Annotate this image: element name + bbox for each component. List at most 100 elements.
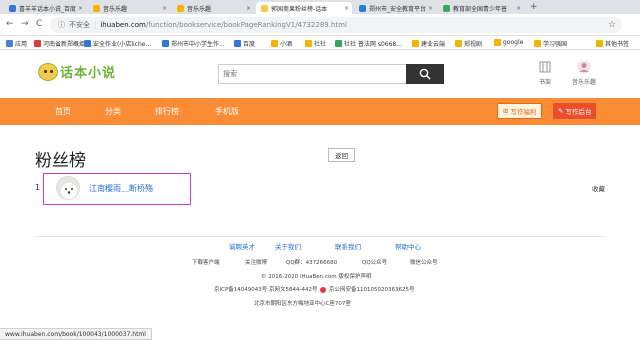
user-profile-link[interactable]: 音乐乐趣	[572, 60, 596, 86]
url-host: ihuaben.com	[100, 21, 146, 29]
bookmark-item[interactable]: google	[494, 39, 523, 46]
music-site-icon	[177, 4, 184, 12]
bookmark-item[interactable]: 应用	[6, 39, 27, 48]
nav-home[interactable]: 首页	[55, 106, 71, 117]
url-path: /function/bookservice/bookPageRankingV1/…	[145, 21, 347, 29]
nav-rankings[interactable]: 排行榜	[155, 106, 179, 117]
close-icon[interactable]: ×	[78, 5, 83, 12]
tab-label: 喜羊羊话本小说_百度	[19, 5, 77, 13]
bookmark-label: 郏视剧	[464, 41, 483, 48]
main-nav: 首页 分类 排行榜 手机版 ⊞ 写作福利 ✎ 写作后台	[0, 98, 640, 125]
footer-link[interactable]: 诚聘英才	[229, 241, 255, 251]
folder-icon	[412, 40, 419, 47]
tab-label: 音乐乐趣	[103, 5, 128, 13]
address-text: 北京市朝阳区东方梅地亚中心C座707室	[254, 301, 351, 307]
info-icon[interactable]: ⓘ	[58, 20, 65, 30]
bookshelf-icon	[539, 61, 551, 73]
pen-icon: ✎	[558, 107, 564, 115]
apps-icon	[6, 40, 13, 47]
bookmark-label: 安全作业(小店liche...	[93, 41, 152, 48]
bookmark-item[interactable]: 郏视剧	[455, 39, 482, 48]
footer-link[interactable]: 帮助中心	[395, 241, 421, 251]
browser-tab[interactable]: 音乐乐趣 ×	[172, 2, 254, 14]
browser-tab[interactable]: 音乐乐趣 ×	[88, 2, 170, 14]
footer-link[interactable]: 关于我们	[275, 241, 301, 251]
folder-icon	[596, 40, 603, 47]
bookmark-label: 郑州市中小学生作...	[171, 41, 225, 48]
back-arrow-icon[interactable]: ←	[6, 19, 14, 29]
browser-tab-bar: 喜羊羊话本小说_百度 × 音乐乐趣 × 音乐乐趣 × 郭国斋果粉丝榜-话本 × …	[0, 0, 640, 14]
bookmark-item[interactable]: 小酒	[271, 39, 292, 48]
close-icon[interactable]: ×	[516, 5, 521, 12]
fan-name-link[interactable]: 江南樱雨＿断桥殇	[89, 183, 153, 194]
nav-mobile[interactable]: 手机版	[215, 106, 239, 117]
bookmark-item[interactable]: 郑州市中小学生作...	[162, 39, 225, 48]
nav-category[interactable]: 分类	[105, 106, 121, 117]
weibo-link[interactable]: 关注微博	[245, 258, 267, 266]
search-input[interactable]	[219, 65, 405, 83]
folder-icon	[494, 39, 501, 46]
search-box	[218, 64, 444, 84]
bookmark-label: 其他书签	[605, 41, 630, 48]
bookmark-icon	[335, 40, 342, 47]
music-site-icon	[93, 4, 100, 12]
site-header: 话本小说 书架 音乐乐趣	[0, 50, 640, 98]
divider: |	[94, 21, 97, 29]
bookmark-label: google	[503, 39, 524, 46]
wechat-official-link[interactable]: 微信公众号	[410, 258, 438, 266]
writing-backend-button[interactable]: ✎ 写作后台	[553, 103, 597, 119]
avatar[interactable]	[56, 176, 80, 200]
star-icon[interactable]: ☆	[608, 20, 616, 30]
close-icon[interactable]: ×	[162, 5, 167, 12]
safety-platform-icon	[359, 4, 366, 12]
qq-official-link[interactable]: QQ公众号	[362, 258, 387, 266]
new-tab-button[interactable]: +	[530, 2, 538, 12]
bookmark-item[interactable]: 社社 普法网 s0668...	[335, 39, 402, 48]
bookshelf-link[interactable]: 书架	[538, 60, 552, 86]
logo-mascot-icon	[38, 62, 58, 81]
back-button[interactable]: 返回	[328, 148, 355, 162]
forward-arrow-icon[interactable]: →	[21, 19, 29, 29]
collect-link[interactable]: 收藏	[592, 183, 605, 193]
browser-tab[interactable]: 教育部全国青少年普 ×	[438, 2, 524, 14]
username-label: 音乐乐趣	[572, 79, 597, 86]
browser-tab-active[interactable]: 郭国斋果粉丝榜-话本 ×	[256, 2, 352, 14]
site-logo[interactable]: 话本小说	[38, 62, 116, 81]
bookmark-icon	[84, 40, 91, 47]
huaben-icon	[261, 4, 268, 12]
search-button[interactable]	[406, 64, 444, 84]
writing-welfare-button[interactable]: ⊞ 写作福利	[497, 103, 543, 119]
browser-tab[interactable]: 郑州市_安全教育平台 ×	[354, 2, 436, 14]
education-site-icon	[443, 4, 450, 12]
bookmark-label: 社社 普法网 s0668...	[344, 41, 402, 48]
folder-icon	[455, 40, 462, 47]
icp-license[interactable]: 京ICP备14049043号 京网文5644-442号	[214, 287, 318, 293]
fan-entry-highlight[interactable]: 江南樱雨＿断桥殇	[43, 173, 191, 205]
bookmark-item[interactable]: 其他书签	[596, 39, 629, 48]
bookmark-item[interactable]: 安全作业(小店liche...	[84, 39, 151, 48]
baidu-icon	[234, 40, 241, 47]
bookmark-item[interactable]: 建业云端	[412, 39, 445, 48]
license-line: 京ICP备14049043号 京网文5644-442号 京公网安备1101050…	[214, 285, 415, 293]
browser-tab[interactable]: 喜羊羊话本小说_百度 ×	[4, 2, 86, 14]
divider	[35, 236, 605, 237]
bookmark-label: 建业云端	[421, 41, 446, 48]
reload-icon[interactable]: C	[36, 19, 42, 29]
bookshelf-label: 书架	[538, 79, 551, 86]
close-icon[interactable]: ×	[246, 5, 251, 12]
folder-icon	[305, 40, 312, 47]
tab-label: 教育部全国青少年普	[453, 5, 508, 13]
dog-avatar-icon	[57, 177, 79, 199]
bookmark-item[interactable]: 社社	[305, 39, 326, 48]
close-icon[interactable]: ×	[428, 5, 433, 12]
address-bar[interactable]: ⓘ 不安全 | ihuaben.com /function/bookservic…	[50, 17, 622, 33]
close-icon[interactable]: ×	[344, 5, 349, 12]
download-client-link[interactable]: 下载客户端	[192, 258, 220, 266]
browser-status-bar: www.ihuaben.com/book/100043/1000037.html	[0, 328, 152, 340]
bookmark-item[interactable]: 学习强国	[534, 39, 567, 48]
bookmark-item[interactable]: 百度	[234, 39, 255, 48]
copyright-text: © 2016-2020 iHuaBen.com 版权保护声明	[261, 274, 372, 280]
writing-welfare-label: 写作福利	[510, 108, 537, 116]
footer-link[interactable]: 联系我们	[335, 241, 361, 251]
police-record[interactable]: 京公网安备110105020363625号	[329, 287, 415, 293]
